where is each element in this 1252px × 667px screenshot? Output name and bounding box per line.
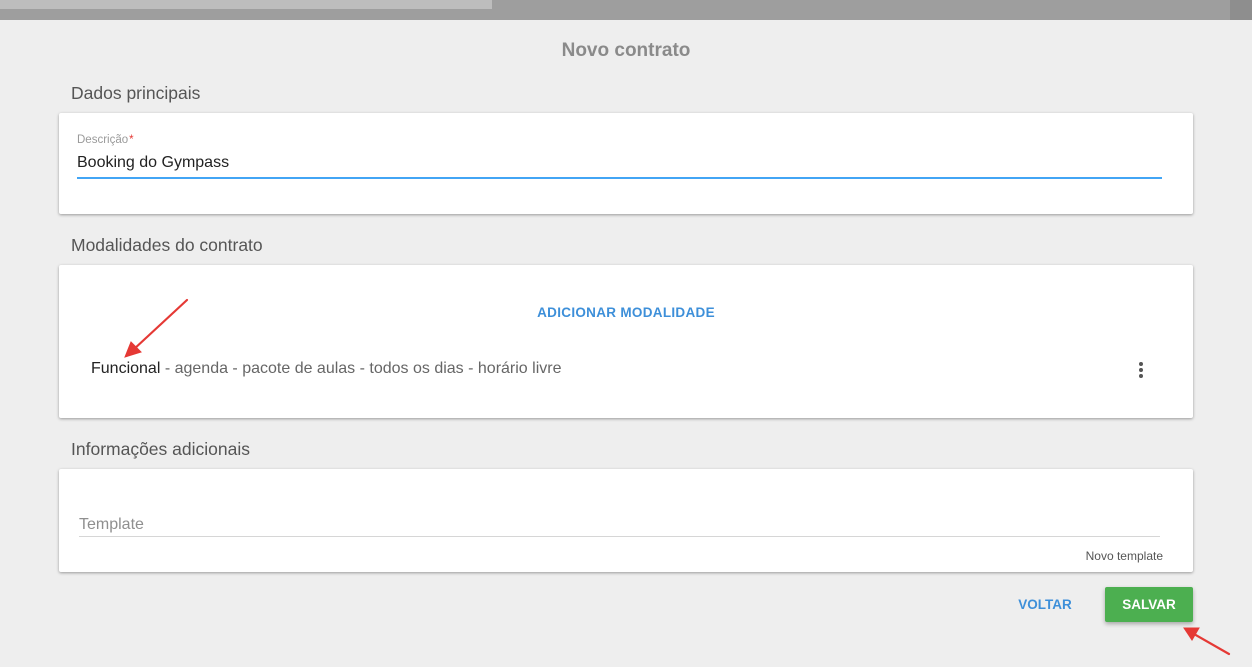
modality-name: Funcional bbox=[91, 360, 161, 377]
new-template-link[interactable]: Novo template bbox=[1086, 549, 1163, 563]
page-title: Novo contrato bbox=[561, 40, 691, 61]
more-options-icon[interactable] bbox=[1137, 362, 1145, 380]
section-title-main: Dados principais bbox=[71, 83, 201, 103]
modality-details: - agenda - pacote de aulas - todos os di… bbox=[160, 360, 562, 377]
description-input[interactable] bbox=[77, 153, 1162, 179]
modality-list-item: Funcional - agenda - pacote de aulas - t… bbox=[91, 360, 561, 378]
section-title-modalities: Modalidades do contrato bbox=[71, 235, 263, 255]
top-bar bbox=[0, 0, 1252, 20]
modalities-card: ADICIONAR MODALIDADE Funcional - agenda … bbox=[59, 265, 1193, 418]
back-button[interactable]: VOLTAR bbox=[1005, 588, 1085, 622]
top-bar-strip bbox=[0, 0, 492, 9]
save-button[interactable]: SALVAR bbox=[1105, 587, 1193, 622]
section-title-additional: Informações adicionais bbox=[71, 439, 250, 459]
additional-info-card: Novo template bbox=[59, 469, 1193, 572]
template-input[interactable] bbox=[79, 513, 1160, 537]
annotation-arrow-save bbox=[1183, 627, 1231, 656]
required-mark: * bbox=[129, 134, 134, 146]
description-label: Descrição* bbox=[77, 134, 134, 146]
description-label-text: Descrição bbox=[77, 134, 129, 146]
top-bar-edge bbox=[1230, 0, 1252, 20]
add-modality-button[interactable]: ADICIONAR MODALIDADE bbox=[59, 305, 1193, 320]
main-data-card: Descrição* bbox=[59, 113, 1193, 214]
